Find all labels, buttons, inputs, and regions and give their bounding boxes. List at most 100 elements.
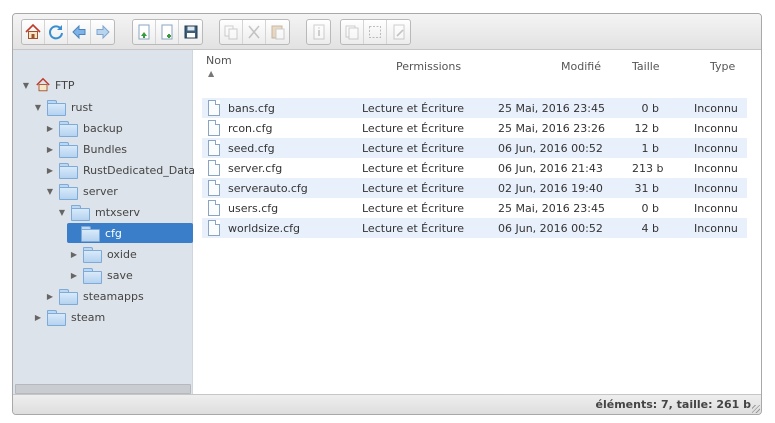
file-icon (208, 140, 220, 156)
file-permissions: Lecture et Écriture (362, 182, 465, 195)
tree-node-steam[interactable]: ▶ steam (33, 307, 105, 327)
file-type: Inconnu (694, 122, 738, 135)
new-file-button[interactable] (156, 20, 179, 44)
expand-arrow-icon[interactable]: ▼ (57, 207, 67, 217)
column-header-name[interactable]: Nom (206, 54, 232, 67)
file-icon (208, 120, 220, 136)
table-row[interactable]: bans.cfg Lecture et Écriture 25 Mai, 201… (202, 98, 747, 118)
folder-icon (59, 121, 78, 137)
file-list: Nom ▲ Permissions Modifié Taille Type ba… (194, 50, 761, 396)
file-name: bans.cfg (228, 102, 275, 115)
table-row[interactable]: serverauto.cfg Lecture et Écriture 02 Ju… (202, 178, 747, 198)
toolbar (13, 14, 761, 50)
tree-node-rustdedicated-data[interactable]: ▶ RustDedicated_Data (45, 160, 195, 180)
tree-label: backup (83, 121, 123, 135)
info-button[interactable] (307, 20, 330, 44)
duplicate-icon (345, 25, 359, 40)
collapsed-arrow-icon[interactable]: ▶ (69, 249, 79, 259)
back-button[interactable] (68, 20, 91, 44)
table-row[interactable]: rcon.cfg Lecture et Écriture 25 Mai, 201… (202, 118, 747, 138)
file-modified: 25 Mai, 2016 23:45 (498, 102, 605, 115)
tree-node-save[interactable]: ▶ save (69, 265, 133, 285)
table-row[interactable]: users.cfg Lecture et Écriture 25 Mai, 20… (202, 198, 747, 218)
file-size: 0 b (641, 102, 659, 115)
expand-arrow-icon[interactable]: ▼ (33, 102, 43, 112)
tree-node-rust[interactable]: ▼ rust (33, 97, 93, 117)
folder-icon (47, 310, 66, 326)
file-icon (208, 160, 220, 176)
select-all-icon (369, 26, 381, 38)
tree-node-mtxserv[interactable]: ▼ mtxserv (57, 202, 140, 222)
collapsed-arrow-icon[interactable]: ▶ (45, 165, 55, 175)
file-manager-window: ▼ FTP ▼ rust ▶ backup ▶ Bundles ▶ RustDe… (12, 13, 762, 415)
duplicate-button[interactable] (341, 20, 364, 44)
tree-node-backup[interactable]: ▶ backup (45, 118, 123, 138)
table-row[interactable]: seed.cfg Lecture et Écriture 06 Jun, 201… (202, 138, 747, 158)
tree-node-oxide[interactable]: ▶ oxide (69, 244, 137, 264)
tree-label: steam (71, 310, 106, 324)
folder-icon (83, 268, 102, 284)
folder-icon (47, 100, 66, 116)
copy-button[interactable] (220, 20, 243, 44)
collapsed-arrow-icon[interactable]: ▶ (45, 291, 55, 301)
tree-label: RustDedicated_Data (83, 163, 196, 177)
column-header-type[interactable]: Type (710, 60, 735, 73)
expand-arrow-icon[interactable]: ▼ (21, 80, 31, 90)
home-button[interactable] (22, 20, 45, 44)
rename-button[interactable] (387, 20, 410, 44)
tree-label: oxide (107, 247, 137, 261)
folder-icon (59, 184, 78, 200)
table-row[interactable]: server.cfg Lecture et Écriture 06 Jun, 2… (202, 158, 747, 178)
select-all-button[interactable] (364, 20, 387, 44)
file-size: 4 b (641, 222, 659, 235)
file-icon (208, 200, 220, 216)
tree-node-bundles[interactable]: ▶ Bundles (45, 139, 127, 159)
resize-grip-icon[interactable] (752, 405, 760, 413)
expand-arrow-icon[interactable]: ▼ (45, 186, 55, 196)
file-name: rcon.cfg (228, 122, 273, 135)
collapsed-arrow-icon[interactable]: ▶ (69, 270, 79, 280)
toolbar-group-info (306, 19, 331, 45)
save-icon (184, 25, 197, 39)
paste-button[interactable] (266, 20, 289, 44)
file-type: Inconnu (694, 202, 738, 215)
file-permissions: Lecture et Écriture (362, 202, 465, 215)
collapsed-arrow-icon[interactable]: ▶ (33, 312, 43, 322)
tree-label: mtxserv (95, 205, 141, 219)
file-icon (208, 100, 220, 116)
home-icon (36, 77, 50, 92)
tree-label: save (107, 268, 133, 282)
rename-icon (393, 24, 404, 40)
file-permissions: Lecture et Écriture (362, 102, 465, 115)
file-modified: 06 Jun, 2016 00:52 (498, 142, 603, 155)
forward-button[interactable] (91, 20, 114, 44)
forward-icon (96, 24, 110, 40)
cut-button[interactable] (243, 20, 266, 44)
file-icon (208, 220, 220, 236)
collapsed-arrow-icon[interactable]: ▶ (45, 123, 55, 133)
tree-node-steamapps[interactable]: ▶ steamapps (45, 286, 144, 306)
list-header: Nom ▲ Permissions Modifié Taille Type (194, 50, 761, 84)
upload-icon (138, 24, 150, 40)
status-text: éléments: 7, taille: 261 b (595, 398, 752, 411)
save-button[interactable] (179, 20, 202, 44)
reload-button[interactable] (45, 20, 68, 44)
upload-button[interactable] (133, 20, 156, 44)
file-modified: 25 Mai, 2016 23:26 (498, 122, 605, 135)
folder-icon (59, 289, 78, 305)
column-header-modified[interactable]: Modifié (561, 60, 601, 73)
tree-horizontal-scrollbar[interactable] (15, 384, 191, 394)
file-icon (208, 180, 220, 196)
tree-label: cfg (105, 226, 122, 240)
collapsed-arrow-icon[interactable]: ▶ (45, 144, 55, 154)
file-size: 12 b (634, 122, 659, 135)
tree-node-cfg[interactable]: cfg (67, 223, 193, 243)
tree-label: Bundles (83, 142, 128, 156)
paste-icon (271, 25, 284, 40)
table-row[interactable]: worldsize.cfg Lecture et Écriture 06 Jun… (202, 218, 747, 238)
tree-node-ftp[interactable]: ▼ FTP (21, 75, 75, 95)
folder-icon (59, 163, 78, 179)
column-header-permissions[interactable]: Permissions (396, 60, 461, 73)
column-header-size[interactable]: Taille (632, 60, 660, 73)
tree-node-server[interactable]: ▼ server (45, 181, 118, 201)
